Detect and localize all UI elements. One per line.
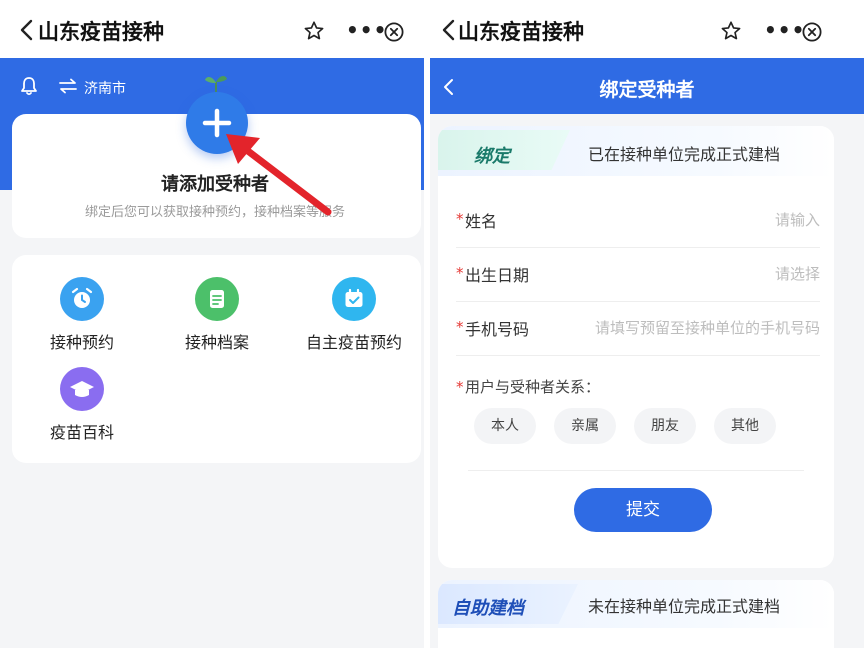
self-registration-header: 自助建档 未在接种单位完成正式建档	[438, 580, 834, 628]
submit-button[interactable]: 提交	[574, 488, 712, 532]
service-self-vaccine-appointment[interactable]: 自主疫苗预约	[298, 277, 410, 353]
service-vaccination-appointment[interactable]: 接种预约	[34, 277, 130, 353]
phone-field[interactable]: * 手机号码 请填写预留至接种单位的手机号码	[456, 302, 820, 356]
relation-option-other[interactable]: 其他	[714, 408, 776, 444]
mini-program-topbar: 山东疫苗接种 •••	[430, 0, 864, 58]
service-label: 疫苗百科	[49, 423, 114, 442]
service-vaccination-records[interactable]: 接种档案	[169, 277, 265, 353]
more-options-icon[interactable]: •••	[764, 18, 805, 42]
left-screen: 山东疫苗接种 ••• 济南市 请添加受种者 绑定后您可以获取接种预约，接种档案等…	[0, 0, 424, 648]
back-chevron-icon[interactable]	[16, 18, 38, 42]
field-label: 姓名	[465, 212, 498, 231]
bind-section-header: 绑定 已在接种单位完成正式建档	[438, 126, 834, 176]
close-circle-icon[interactable]	[384, 22, 404, 42]
birth-date-field[interactable]: * 出生日期 请选择	[456, 248, 820, 302]
bind-description: 已在接种单位完成正式建档	[588, 145, 781, 164]
back-chevron-icon[interactable]	[438, 18, 460, 42]
service-label: 自主疫苗预约	[305, 333, 402, 352]
close-circle-icon[interactable]	[802, 22, 822, 42]
services-grid: 接种预约 接种档案 自主疫苗预约 疫苗百科	[12, 255, 421, 463]
switch-city-icon[interactable]	[58, 78, 78, 94]
more-options-icon[interactable]: •••	[346, 18, 387, 42]
service-label: 接种预约	[49, 333, 114, 352]
alarm-clock-icon	[60, 277, 104, 321]
red-arrow-annotation	[226, 134, 332, 216]
name-field[interactable]: * 姓名 请输入	[456, 194, 820, 248]
name-input[interactable]: 请输入	[775, 209, 820, 230]
add-recipient-subtitle: 绑定后您可以获取接种预约，接种档案等服务	[84, 205, 345, 220]
bind-recipient-card: 绑定 已在接种单位完成正式建档 * 姓名 请输入 * 出生日期 请选择 * 手机…	[438, 126, 834, 568]
calendar-check-icon	[332, 277, 376, 321]
page-title: 绑定受种者	[599, 79, 695, 101]
graduation-cap-icon	[60, 367, 104, 411]
relation-option-relative[interactable]: 亲属	[554, 408, 616, 444]
document-icon	[195, 277, 239, 321]
phone-input[interactable]: 请填写预留至接种单位的手机号码	[595, 317, 820, 338]
field-label: 出生日期	[465, 266, 530, 285]
favorite-star-icon[interactable]	[303, 20, 325, 42]
self-registration-tag-label: 自助建档	[452, 598, 524, 619]
add-recipient-title: 请添加受种者	[161, 174, 269, 195]
field-label: 手机号码	[465, 320, 530, 339]
relation-option-self[interactable]: 本人	[474, 408, 536, 444]
app-title: 山东疫苗接种	[458, 20, 584, 44]
mini-program-topbar: 山东疫苗接种 •••	[0, 0, 424, 58]
city-selector[interactable]: 济南市	[84, 78, 126, 98]
bell-icon[interactable]	[20, 76, 38, 96]
birth-date-picker[interactable]: 请选择	[775, 263, 820, 284]
sprout-icon	[205, 75, 227, 94]
app-title: 山东疫苗接种	[38, 20, 164, 44]
relation-label: 用户与受种者关系：	[465, 378, 601, 396]
required-marker: *	[456, 318, 464, 336]
favorite-star-icon[interactable]	[720, 20, 742, 42]
required-marker: *	[456, 378, 464, 396]
self-registration-card[interactable]: 自助建档 未在接种单位完成正式建档	[438, 580, 834, 648]
self-registration-description: 未在接种单位完成正式建档	[588, 597, 781, 616]
bind-tag-label: 绑定	[474, 146, 510, 167]
service-label: 接种档案	[184, 333, 249, 352]
required-marker: *	[456, 210, 464, 228]
required-marker: *	[456, 264, 464, 282]
relation-option-friend[interactable]: 朋友	[634, 408, 696, 444]
service-vaccine-encyclopedia[interactable]: 疫苗百科	[34, 367, 130, 443]
divider	[468, 470, 804, 471]
right-screen: 山东疫苗接种 ••• 绑定受种者 绑定 已在接种单位完成正式建档 * 姓名 请输…	[430, 0, 864, 648]
